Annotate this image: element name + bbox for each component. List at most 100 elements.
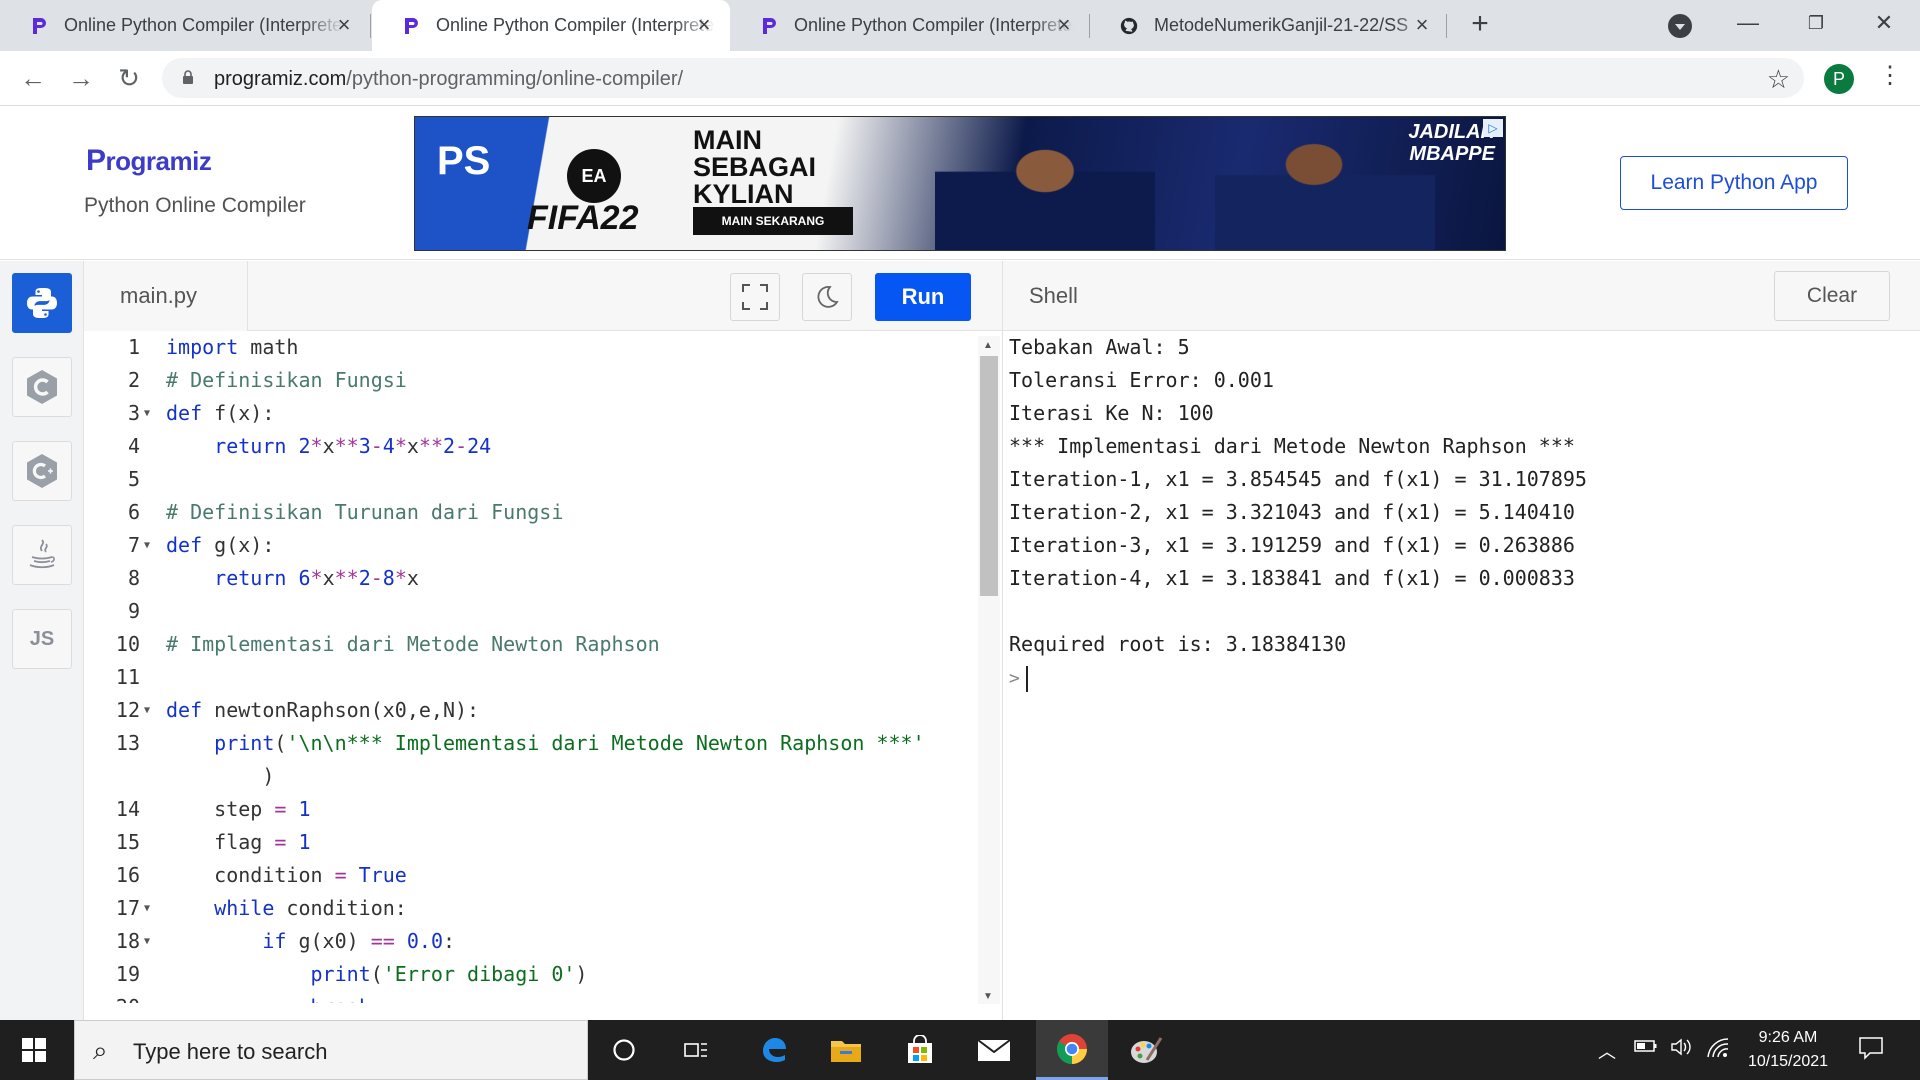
chrome-icon[interactable]	[1036, 1020, 1108, 1080]
tab-separator	[370, 14, 371, 38]
tab-close-icon[interactable]: ×	[692, 13, 716, 37]
shell-output-line: Iteration-4, x1 = 3.183841 and f(x1) = 0…	[1009, 566, 1575, 590]
code-text: # Definisikan Fungsi	[166, 368, 407, 392]
fold-toggle-icon[interactable]: ▼	[144, 529, 150, 562]
learn-python-app-button[interactable]: Learn Python App	[1620, 156, 1848, 210]
tab-close-icon[interactable]: ×	[1410, 13, 1434, 37]
close-window-icon[interactable]: ✕	[1864, 8, 1904, 38]
ad-cta-button[interactable]: MAIN SEKARANG	[693, 207, 853, 235]
ea-sports-logo: EA	[567, 149, 621, 203]
javascript-language-button[interactable]: JS	[12, 609, 72, 669]
code-text: def g(x):	[166, 533, 275, 557]
mail-icon[interactable]	[958, 1020, 1030, 1080]
code-editor[interactable]: 1 import math 2 # Definisikan Fungsi 3 ▼ def f…	[84, 331, 978, 1003]
code-text: import math	[166, 335, 299, 359]
battery-icon[interactable]	[1634, 1038, 1658, 1059]
volume-icon[interactable]	[1670, 1038, 1694, 1061]
c-language-button[interactable]	[12, 357, 72, 417]
advertisement-banner[interactable]: PS EA FIFA22 MAIN SEBAGAI KYLIAN MAIN SE…	[414, 116, 1506, 251]
language-sidebar: JS	[0, 261, 84, 1020]
ad-headline-line: KYLIAN	[693, 179, 794, 209]
code-line[interactable]: 2 # Definisikan Fungsi	[84, 364, 978, 397]
new-tab-button[interactable]: +	[1464, 9, 1496, 41]
shell-input-line[interactable]: >	[1009, 661, 1920, 694]
code-line[interactable]: 15 flag = 1	[84, 826, 978, 859]
code-line[interactable]: 20 break	[84, 991, 978, 1003]
code-line[interactable]: 4 return 2*x**3-4*x**2-24	[84, 430, 978, 463]
code-line[interactable]: )	[84, 760, 978, 793]
tab-close-icon[interactable]: ×	[332, 13, 356, 37]
edge-browser-icon[interactable]	[738, 1020, 810, 1080]
file-explorer-icon[interactable]	[810, 1020, 882, 1080]
programiz-logo[interactable]: Programiz	[86, 144, 212, 178]
cpp-language-button[interactable]	[12, 441, 72, 501]
code-line[interactable]: 8 return 6*x**2-8*x	[84, 562, 978, 595]
code-line[interactable]: 11	[84, 661, 978, 694]
windows-start-icon[interactable]	[22, 1038, 46, 1062]
paint-icon[interactable]	[1110, 1020, 1182, 1080]
line-number: 20	[84, 991, 140, 1003]
code-line[interactable]: 10 # Implementasi dari Metode Newton Raph…	[84, 628, 978, 661]
shell-output-line: Iteration-1, x1 = 3.854545 and f(x1) = 3…	[1009, 467, 1587, 491]
cortana-icon[interactable]	[588, 1020, 660, 1080]
profile-avatar[interactable]: P	[1824, 64, 1854, 94]
code-line[interactable]: 14 step = 1	[84, 793, 978, 826]
code-line[interactable]: 12 ▼ def newtonRaphson(x0,e,N):	[84, 694, 978, 727]
show-hidden-icons-icon[interactable]: ︿	[1598, 1038, 1616, 1064]
microsoft-store-icon[interactable]	[884, 1020, 956, 1080]
code-line[interactable]: 3 ▼ def f(x):	[84, 397, 978, 430]
editor-scrollbar[interactable]: ▲ ▼	[978, 336, 1000, 1004]
restore-icon[interactable]: ❐	[1796, 8, 1836, 38]
minimize-icon[interactable]: —	[1728, 8, 1768, 38]
code-line[interactable]: 13 print('\n\n*** Implementasi dari Meto…	[84, 727, 978, 760]
dark-mode-button[interactable]	[802, 273, 852, 321]
fold-toggle-icon[interactable]: ▼	[144, 892, 150, 925]
browser-tab-4[interactable]: MetodeNumerikGanjil-21-22/SS ×	[1090, 0, 1448, 51]
reload-icon[interactable]: ↻	[114, 63, 144, 93]
address-bar[interactable]: programiz.com/python-programming/online-…	[162, 58, 1804, 98]
back-arrow-icon[interactable]: ←	[18, 63, 48, 93]
code-text: flag = 1	[166, 830, 311, 854]
browser-tab-1[interactable]: Online Python Compiler (Interpreter) ×	[0, 0, 370, 51]
wifi-icon[interactable]	[1706, 1038, 1730, 1063]
notification-center-icon[interactable]	[1858, 1036, 1884, 1065]
browser-tab-3[interactable]: Online Python Compiler (Interpreter) ×	[730, 0, 1090, 51]
code-line[interactable]: 18 ▼ if g(x0) == 0.0:	[84, 925, 978, 958]
tab-title: Online Python Compiler (Interpreter)	[794, 15, 1074, 35]
forward-arrow-icon[interactable]: →	[66, 63, 96, 93]
code-line[interactable]: 17 ▼ while condition:	[84, 892, 978, 925]
adchoices-icon[interactable]: ▷	[1483, 119, 1503, 137]
clear-button[interactable]: Clear	[1774, 271, 1890, 321]
bookmark-star-icon[interactable]: ☆	[1767, 64, 1790, 95]
code-line[interactable]: 5	[84, 463, 978, 496]
java-icon	[29, 539, 55, 569]
browser-tab-2[interactable]: Online Python Compiler (Interpreter) ×	[372, 0, 730, 51]
tab-close-icon[interactable]: ×	[1052, 13, 1076, 37]
scroll-up-icon[interactable]: ▲	[983, 340, 993, 351]
code-line[interactable]: 6 # Definisikan Turunan dari Fungsi	[84, 496, 978, 529]
java-language-button[interactable]	[12, 525, 72, 585]
file-tab-main-py[interactable]: main.py	[84, 261, 248, 331]
code-line[interactable]: 16 condition = True	[84, 859, 978, 892]
scroll-down-icon[interactable]: ▼	[983, 991, 993, 1002]
fold-toggle-icon[interactable]: ▼	[144, 925, 150, 958]
task-view-icon[interactable]	[660, 1020, 732, 1080]
python-language-button[interactable]	[12, 273, 72, 333]
url-path: /python-programming/online-compiler/	[346, 68, 684, 90]
code-line[interactable]: 19 print('Error dibagi 0')	[84, 958, 978, 991]
taskbar-search-box[interactable]: ⌕ Type here to search	[74, 1020, 588, 1080]
browser-menu-icon[interactable]: ⋮	[1878, 61, 1902, 90]
system-clock[interactable]: 9:26 AM 10/15/2021	[1742, 1026, 1834, 1074]
fullscreen-button[interactable]	[730, 273, 780, 321]
ad-headline-line: SEBAGAI	[693, 152, 817, 182]
code-line[interactable]: 7 ▼ def g(x):	[84, 529, 978, 562]
shell-output[interactable]: Tebakan Awal: 5 Toleransi Error: 0.001 I…	[1002, 331, 1920, 1020]
run-button[interactable]: Run	[875, 273, 971, 321]
tab-search-icon[interactable]	[1668, 14, 1692, 38]
scrollbar-thumb[interactable]	[980, 356, 998, 596]
fold-toggle-icon[interactable]: ▼	[144, 397, 150, 430]
code-line[interactable]: 1 import math	[84, 331, 978, 364]
code-line[interactable]: 9	[84, 595, 978, 628]
fold-toggle-icon[interactable]: ▼	[144, 694, 150, 727]
shell-output-line: *** Implementasi dari Metode Newton Raph…	[1009, 434, 1575, 458]
